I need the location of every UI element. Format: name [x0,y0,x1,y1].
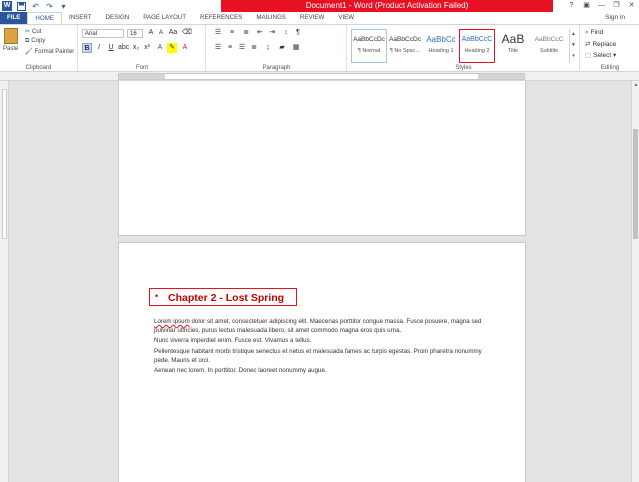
align-right-icon[interactable]: ☰ [237,43,247,53]
style-heading-1[interactable]: AaBbCc Heading 1 [423,29,459,63]
numbering-icon[interactable]: ≡ [227,28,237,38]
tab-review[interactable]: REVIEW [293,12,331,24]
horizontal-ruler[interactable] [0,72,639,81]
vertical-scrollbar[interactable]: ▲ [631,81,639,482]
tab-page-layout[interactable]: PAGE LAYOUT [136,12,193,24]
clipboard-group: Paste ✂ Cut ⧉ Copy 🖌 Format Painter Clipboa… [0,25,78,72]
tab-view[interactable]: VIEW [331,12,361,24]
style-no-spacing[interactable]: AaBbCcDc ¶ No Spac... [387,29,423,63]
bullet-icon: • [155,291,159,301]
editing-group-label: Editing [600,65,620,71]
paragraph-4[interactable]: Aenean nec lorem. In porttitor. Donec la… [154,366,494,375]
bullets-icon[interactable]: ☰ [213,28,223,38]
style-normal[interactable]: AaBbCcDc ¶ Normal [351,29,387,63]
paste-icon[interactable] [4,28,18,44]
vertical-ruler-scale [2,89,7,239]
cut-button[interactable]: ✂ Cut [25,28,41,35]
align-left-icon[interactable]: ☰ [213,43,223,53]
paragraph-3[interactable]: Pellentesque habitant morbi tristique se… [154,347,494,365]
chapter-heading[interactable]: Chapter 2 - Lost Spring [168,292,284,304]
font-name-box[interactable]: Arial [82,29,124,38]
window-title: Document1 - Word (Product Activation Fai… [221,0,553,12]
highlight-icon[interactable]: ✎ [167,43,177,53]
paragraph-group: ☰ ≡ ≣ ⇤ ⇥ ↕ ¶ ☰ ≡ ☰ ≣ ↨ ▰ ▦ Paragraph [207,25,347,72]
tab-insert[interactable]: INSERT [62,12,99,24]
styles-group-label: Styles [455,65,472,71]
shrink-font-icon[interactable]: A [156,28,166,38]
tab-file[interactable]: FILE [0,12,28,24]
editing-group: Editing [581,25,639,72]
font-group: Arial 16 A A Aa ⌫ B I U abc x₂ x² A ✎ A … [79,25,206,72]
align-center-icon[interactable]: ≡ [225,43,235,53]
sign-in-link[interactable]: Sign in [605,12,625,24]
quick-access-toolbar: W ↶ ↷ ▾ [2,1,68,11]
style-heading-2[interactable]: AaBbCcC Heading 2 [459,29,495,63]
close-icon[interactable]: ✕ [624,0,639,12]
brush-icon: 🖌 [25,49,33,55]
page-2[interactable]: • Chapter 2 - Lost Spring Lorem ipsum do… [118,242,526,482]
copy-icon: ⧉ [25,38,30,44]
word-logo-icon[interactable]: W [2,1,12,11]
font-size-box[interactable]: 16 [127,29,143,38]
line-spacing-icon[interactable]: ↨ [263,43,273,53]
scissors-icon: ✂ [25,29,31,35]
tab-references[interactable]: REFERENCES [193,12,249,24]
subscript-icon[interactable]: x₂ [131,43,141,53]
italic-button[interactable]: I [94,43,104,53]
tab-home[interactable]: HOME [27,12,62,24]
paragraph-1[interactable]: Lorem ipsum dolor sit amet, consectetuer… [154,317,494,335]
paragraph-2[interactable]: Nunc viverra imperdiet enim. Fusce est. … [154,336,494,345]
misspelled-word[interactable]: Lorem ipsum [154,318,190,325]
shading-icon[interactable]: ▰ [277,43,287,53]
styles-gallery: AaBbCcDc ¶ Normal AaBbCcDc ¶ No Spac... … [351,29,567,63]
save-icon[interactable] [17,1,26,11]
undo-icon[interactable]: ↶ [31,2,40,11]
styles-scroll[interactable]: ▲ ▼ ▾ [569,29,577,63]
ruler-scale [118,73,525,80]
heading-highlight: • Chapter 2 - Lost Spring [149,288,297,306]
minimize-icon[interactable]: — [594,0,609,12]
justify-icon[interactable]: ≣ [249,43,259,53]
page-1[interactable] [118,81,526,236]
scroll-up-icon[interactable]: ▲ [632,81,639,89]
paste-button[interactable]: Paste [3,46,18,52]
show-formatting-icon[interactable]: ¶ [293,28,303,38]
underline-button[interactable]: U [106,43,116,53]
tab-design[interactable]: DESIGN [99,12,137,24]
scroll-thumb[interactable] [633,129,638,239]
vertical-ruler[interactable] [0,81,9,482]
ribbon: Paste ✂ Cut ⧉ Copy 🖌 Format Painter Clipboa… [0,24,639,72]
grow-font-icon[interactable]: A [146,28,156,38]
clipboard-group-label: Clipboard [25,65,52,71]
style-subtitle[interactable]: AaBbCcC Subtitle [531,29,567,63]
copy-button[interactable]: ⧉ Copy [25,38,45,45]
restore-icon[interactable]: ❐ [609,0,624,12]
decrease-indent-icon[interactable]: ⇤ [255,28,265,38]
window-controls: ? ▣ — ❐ ✕ [564,0,639,12]
multilevel-list-icon[interactable]: ≣ [241,28,251,38]
customize-icon[interactable]: ▾ [59,2,68,11]
ribbon-display-icon[interactable]: ▣ [579,0,594,12]
strikethrough-icon[interactable]: abc [118,43,129,53]
superscript-icon[interactable]: x² [142,43,152,53]
borders-icon[interactable]: ▦ [291,43,301,53]
bold-button[interactable]: B [82,43,92,53]
tab-mailings[interactable]: MAILINGS [249,12,293,24]
style-title[interactable]: AaB Title [495,29,531,63]
format-painter-button[interactable]: 🖌 Format Painter [25,48,74,55]
increase-indent-icon[interactable]: ⇥ [267,28,277,38]
help-icon[interactable]: ? [564,0,579,12]
paragraph-group-label: Paragraph [262,65,291,71]
title-bar: W ↶ ↷ ▾ Document1 - Word (Product Activa… [0,0,639,12]
sort-icon[interactable]: ↕ [281,28,291,38]
ribbon-tabs: FILE HOME INSERT DESIGN PAGE LAYOUT REFE… [0,12,639,24]
font-color-icon[interactable]: A [180,43,190,53]
redo-icon[interactable]: ↷ [45,2,54,11]
clear-formatting-icon[interactable]: ⌫ [182,28,192,38]
change-case-icon[interactable]: Aa [168,28,178,38]
font-group-label: Font [135,65,148,71]
text-effects-icon[interactable]: A [155,43,165,53]
